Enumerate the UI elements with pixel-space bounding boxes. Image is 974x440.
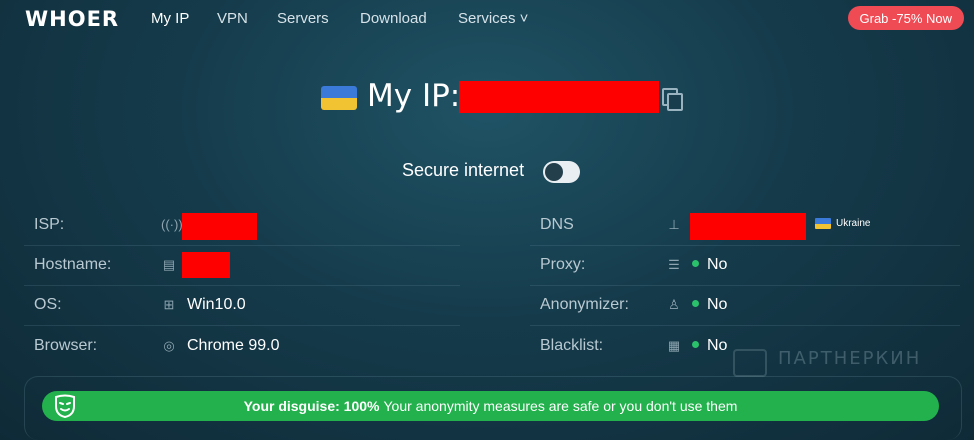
ukraine-flag-icon xyxy=(321,86,357,110)
disguise-status-bar: Your disguise: 100% Your anonymity measu… xyxy=(42,391,939,421)
status-dot-green xyxy=(692,341,699,349)
blacklist-value: No xyxy=(692,337,727,355)
info-row-hostname: Hostname: ▤ xyxy=(24,246,460,286)
dns-country-name: Ukraine xyxy=(836,218,871,229)
toggle-knob xyxy=(545,163,563,181)
hostname-label: Hostname: xyxy=(34,256,112,273)
whoer-logo[interactable]: WHOER xyxy=(25,7,119,31)
copy-icon[interactable] xyxy=(662,88,683,111)
nav-item-download[interactable]: Download xyxy=(360,10,427,27)
info-row-browser: Browser: ◎ Chrome 99.0 xyxy=(24,327,460,367)
status-dot-green xyxy=(692,260,699,268)
dns-country: Ukraine xyxy=(815,218,870,229)
windows-icon: ⊞ xyxy=(163,297,175,312)
dns-label: DNS xyxy=(540,216,574,233)
status-dot-green xyxy=(692,300,699,308)
blacklist-value-text: No xyxy=(707,337,728,354)
watermark-text: ПАРТНЕРКИН xyxy=(778,348,922,369)
mask-icon xyxy=(55,394,75,419)
network-icon: ⊥ xyxy=(668,217,680,232)
disguise-label: Your disguise: 100% xyxy=(243,398,380,414)
info-row-dns: DNS ⊥ Ukraine xyxy=(530,206,960,246)
browser-label: Browser: xyxy=(34,337,98,354)
isp-value-redacted xyxy=(182,213,257,240)
proxy-label: Proxy: xyxy=(540,256,586,273)
watermark-logo xyxy=(733,349,767,377)
secure-internet-label: Secure internet xyxy=(402,160,525,180)
proxy-value-text: No xyxy=(707,256,728,273)
proxy-value: No xyxy=(692,256,727,274)
isp-label: ISP: xyxy=(34,216,65,233)
database-icon: ☰ xyxy=(668,257,680,272)
promo-button[interactable]: Grab -75% Now xyxy=(847,6,964,30)
info-row-isp: ISP: ((·)) xyxy=(24,206,460,246)
nav-item-vpn[interactable]: VPN xyxy=(217,10,248,27)
signal-icon: ((·)) xyxy=(161,217,183,232)
ukraine-flag-small-icon xyxy=(815,218,831,229)
secure-internet-toggle[interactable] xyxy=(543,161,580,183)
page-title: My IP: xyxy=(367,78,461,114)
nav-item-services[interactable]: Services ˅ xyxy=(458,10,528,27)
list-icon: ▦ xyxy=(667,338,681,353)
server-icon: ▤ xyxy=(162,257,176,272)
dns-value-redacted xyxy=(690,213,806,240)
nav-item-servers[interactable]: Servers xyxy=(277,10,329,27)
ip-header: My IP: xyxy=(0,78,974,118)
anonymizer-label: Anonymizer: xyxy=(540,296,629,313)
anonymizer-value: No xyxy=(692,296,727,314)
anonymizer-value-text: No xyxy=(707,296,728,313)
top-nav: WHOER My IP VPN Servers Download Service… xyxy=(0,0,974,38)
os-value: Win10.0 xyxy=(187,296,246,313)
os-label: OS: xyxy=(34,296,62,313)
info-row-anonymizer: Anonymizer: ♙ No xyxy=(530,286,960,326)
ip-address-redacted xyxy=(459,81,659,113)
user-icon: ♙ xyxy=(668,297,680,312)
browser-value: Chrome 99.0 xyxy=(187,337,280,354)
blacklist-label: Blacklist: xyxy=(540,337,604,354)
nav-item-my-ip[interactable]: My IP xyxy=(151,10,189,27)
disguise-message: Your anonymity measures are safe or you … xyxy=(383,398,738,414)
info-row-os: OS: ⊞ Win10.0 xyxy=(24,286,460,326)
chrome-icon: ◎ xyxy=(163,338,175,353)
info-row-proxy: Proxy: ☰ No xyxy=(530,246,960,286)
hostname-value-redacted xyxy=(182,252,230,278)
